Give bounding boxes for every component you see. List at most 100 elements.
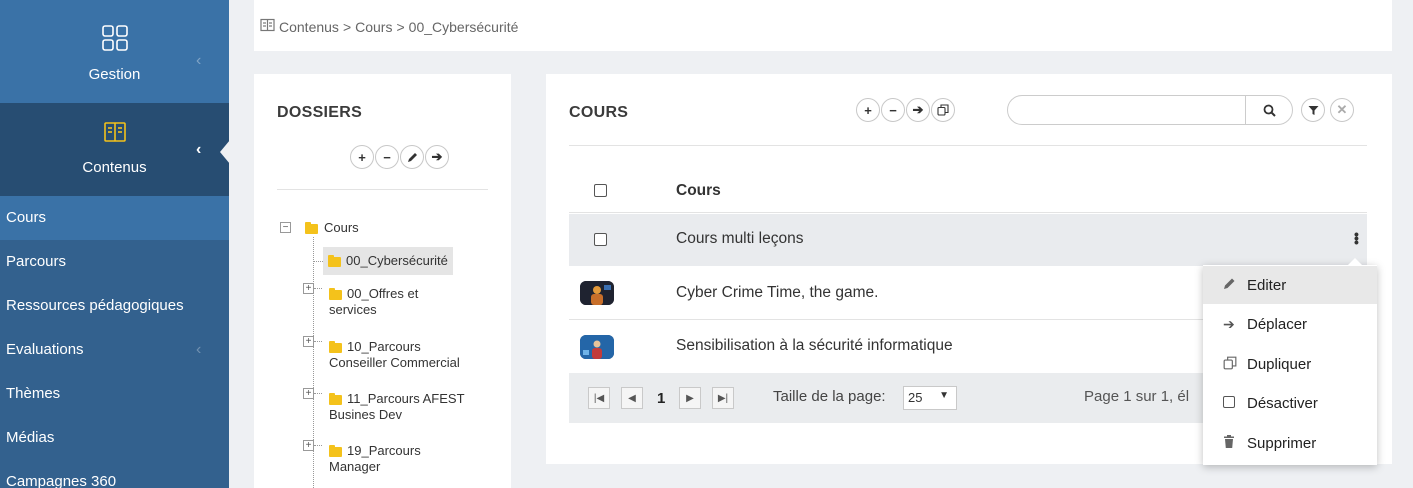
breadcrumb-item[interactable]: Cours bbox=[355, 19, 392, 35]
tree-node-folder[interactable]: 00_Offres et services bbox=[329, 286, 418, 318]
table-header: Cours bbox=[569, 167, 1367, 213]
folder-icon bbox=[329, 444, 342, 457]
course-thumbnail bbox=[580, 335, 614, 359]
more-options-icon[interactable]: • • • bbox=[1354, 227, 1359, 249]
pencil-icon bbox=[1223, 277, 1247, 293]
add-course-button[interactable]: + bbox=[856, 98, 880, 122]
tree-connector bbox=[313, 261, 323, 262]
current-page: 1 bbox=[657, 390, 666, 407]
sidebar-menu: Cours Parcours Ressources pédagogiques E… bbox=[0, 196, 229, 488]
add-folder-button[interactable]: + bbox=[350, 145, 374, 169]
folder-icon bbox=[329, 340, 342, 353]
expand-toggle[interactable]: + bbox=[303, 388, 314, 399]
sidebar-item-campagnes[interactable]: Campagnes 360 bbox=[0, 460, 229, 488]
menu-item-disable[interactable]: Désactiver bbox=[1203, 384, 1377, 422]
breadcrumb-item: 00_Cybersécurité bbox=[408, 18, 519, 35]
page-size-label: Taille de la page: bbox=[773, 388, 886, 405]
folders-panel: DOSSIERS + − ➔ − Cours 00_Cybersécurité … bbox=[254, 74, 511, 488]
sidebar-item-ressources[interactable]: Ressources pédagogiques bbox=[0, 284, 229, 328]
book-icon bbox=[260, 18, 275, 35]
clear-filter-button[interactable]: ✕ bbox=[1330, 98, 1354, 122]
collapse-toggle[interactable]: − bbox=[280, 222, 291, 233]
sidebar-gestion-label: Gestion bbox=[88, 66, 141, 83]
expand-toggle[interactable]: + bbox=[303, 283, 314, 294]
chevron-left-icon: ‹ bbox=[196, 141, 202, 158]
tree-node-cours[interactable]: Cours bbox=[305, 220, 359, 236]
tree-connector bbox=[314, 288, 322, 289]
filter-icon bbox=[1308, 105, 1318, 115]
prev-page-button[interactable]: ◀ bbox=[621, 387, 643, 409]
tree-connector bbox=[314, 341, 322, 342]
expand-toggle[interactable]: + bbox=[303, 336, 314, 347]
search-icon bbox=[1263, 104, 1276, 117]
move-course-button[interactable]: ➔ bbox=[906, 98, 930, 122]
expand-toggle[interactable]: + bbox=[303, 440, 314, 451]
sidebar: Gestion ‹ Contenus ‹ Cours Parcours Ress… bbox=[0, 0, 230, 488]
next-page-button[interactable]: ▶ bbox=[679, 387, 701, 409]
courses-title: COURS bbox=[569, 104, 629, 121]
column-header-cours[interactable]: Cours bbox=[676, 182, 721, 200]
trash-icon bbox=[1223, 435, 1247, 451]
arrow-right-icon: ➔ bbox=[1223, 315, 1235, 332]
duplicate-course-button[interactable] bbox=[931, 98, 955, 122]
move-folder-button[interactable]: ➔ bbox=[425, 145, 449, 169]
row-checkbox[interactable] bbox=[594, 233, 607, 246]
course-title[interactable]: Cours multi leçons bbox=[676, 230, 804, 248]
duplicate-icon bbox=[1223, 356, 1247, 373]
chevron-left-icon: ‹ bbox=[196, 341, 202, 358]
table-row[interactable]: Cours multi leçons • • • bbox=[569, 214, 1367, 266]
folders-title: DOSSIERS bbox=[277, 104, 363, 121]
page-info: Page 1 sur 1, él bbox=[1084, 388, 1190, 405]
breadcrumb-bar: Contenus > Cours > 00_Cybersécurité bbox=[254, 0, 1392, 51]
menu-item-duplicate[interactable]: Dupliquer bbox=[1203, 345, 1377, 383]
checkbox-icon bbox=[1223, 395, 1247, 411]
tree-node-folder[interactable]: 10_Parcours Conseiller Commercial bbox=[329, 339, 460, 371]
folder-open-icon bbox=[305, 221, 318, 234]
row-context-menu: Editer ➔ Déplacer Dupliquer Désactiver S… bbox=[1203, 258, 1377, 465]
first-page-button[interactable]: |◀ bbox=[588, 387, 610, 409]
edit-folder-button[interactable] bbox=[400, 145, 424, 169]
course-title[interactable]: Cyber Crime Time, the game. bbox=[676, 284, 878, 302]
grid-icon bbox=[101, 24, 129, 55]
menu-item-delete[interactable]: Supprimer bbox=[1203, 424, 1377, 462]
course-title[interactable]: Sensibilisation à la sécurité informatiq… bbox=[676, 337, 953, 355]
filter-button[interactable] bbox=[1301, 98, 1325, 122]
sidebar-item-cours[interactable]: Cours bbox=[0, 196, 229, 240]
breadcrumb-item[interactable]: Contenus bbox=[279, 19, 339, 35]
tree-connector bbox=[314, 445, 322, 446]
breadcrumb-separator: > bbox=[342, 18, 352, 35]
folder-icon bbox=[329, 392, 342, 405]
page-size-select[interactable]: 25 ▼ bbox=[903, 386, 957, 410]
sidebar-item-parcours[interactable]: Parcours bbox=[0, 240, 229, 284]
caret-down-icon: ▼ bbox=[939, 390, 949, 401]
sidebar-section-contenus[interactable]: Contenus ‹ bbox=[0, 103, 229, 196]
book-icon bbox=[103, 120, 127, 147]
sidebar-item-medias[interactable]: Médias bbox=[0, 416, 229, 460]
course-thumbnail bbox=[580, 281, 614, 305]
chevron-left-icon: ‹ bbox=[196, 52, 202, 69]
sidebar-contenus-label: Contenus bbox=[82, 159, 147, 176]
divider bbox=[569, 145, 1367, 146]
folder-icon bbox=[329, 287, 342, 300]
breadcrumb: Contenus > Cours > 00_Cybersécurité bbox=[260, 18, 518, 35]
breadcrumb-separator: > bbox=[396, 18, 405, 35]
sidebar-item-themes[interactable]: Thèmes bbox=[0, 372, 229, 416]
remove-folder-button[interactable]: − bbox=[375, 145, 399, 169]
active-section-notch bbox=[220, 140, 230, 164]
sidebar-item-evaluations[interactable]: Evaluations ‹ bbox=[0, 328, 229, 372]
folder-open-icon bbox=[328, 254, 341, 267]
duplicate-icon bbox=[937, 104, 949, 116]
tree-node-folder[interactable]: 11_Parcours AFEST Busines Dev bbox=[329, 391, 465, 423]
tree-node-folder[interactable]: 19_Parcours Manager bbox=[329, 443, 421, 475]
menu-item-edit[interactable]: Editer bbox=[1203, 266, 1377, 304]
search-button[interactable] bbox=[1245, 95, 1293, 125]
menu-item-move[interactable]: ➔ Déplacer bbox=[1203, 305, 1377, 343]
select-all-checkbox[interactable] bbox=[594, 184, 607, 197]
pencil-icon bbox=[407, 152, 417, 162]
sidebar-section-gestion[interactable]: Gestion ‹ bbox=[0, 0, 229, 103]
divider bbox=[277, 189, 488, 190]
last-page-button[interactable]: ▶| bbox=[712, 387, 734, 409]
remove-course-button[interactable]: − bbox=[881, 98, 905, 122]
tree-node-selected[interactable]: 00_Cybersécurité bbox=[323, 247, 453, 275]
tree-connector bbox=[314, 393, 322, 394]
